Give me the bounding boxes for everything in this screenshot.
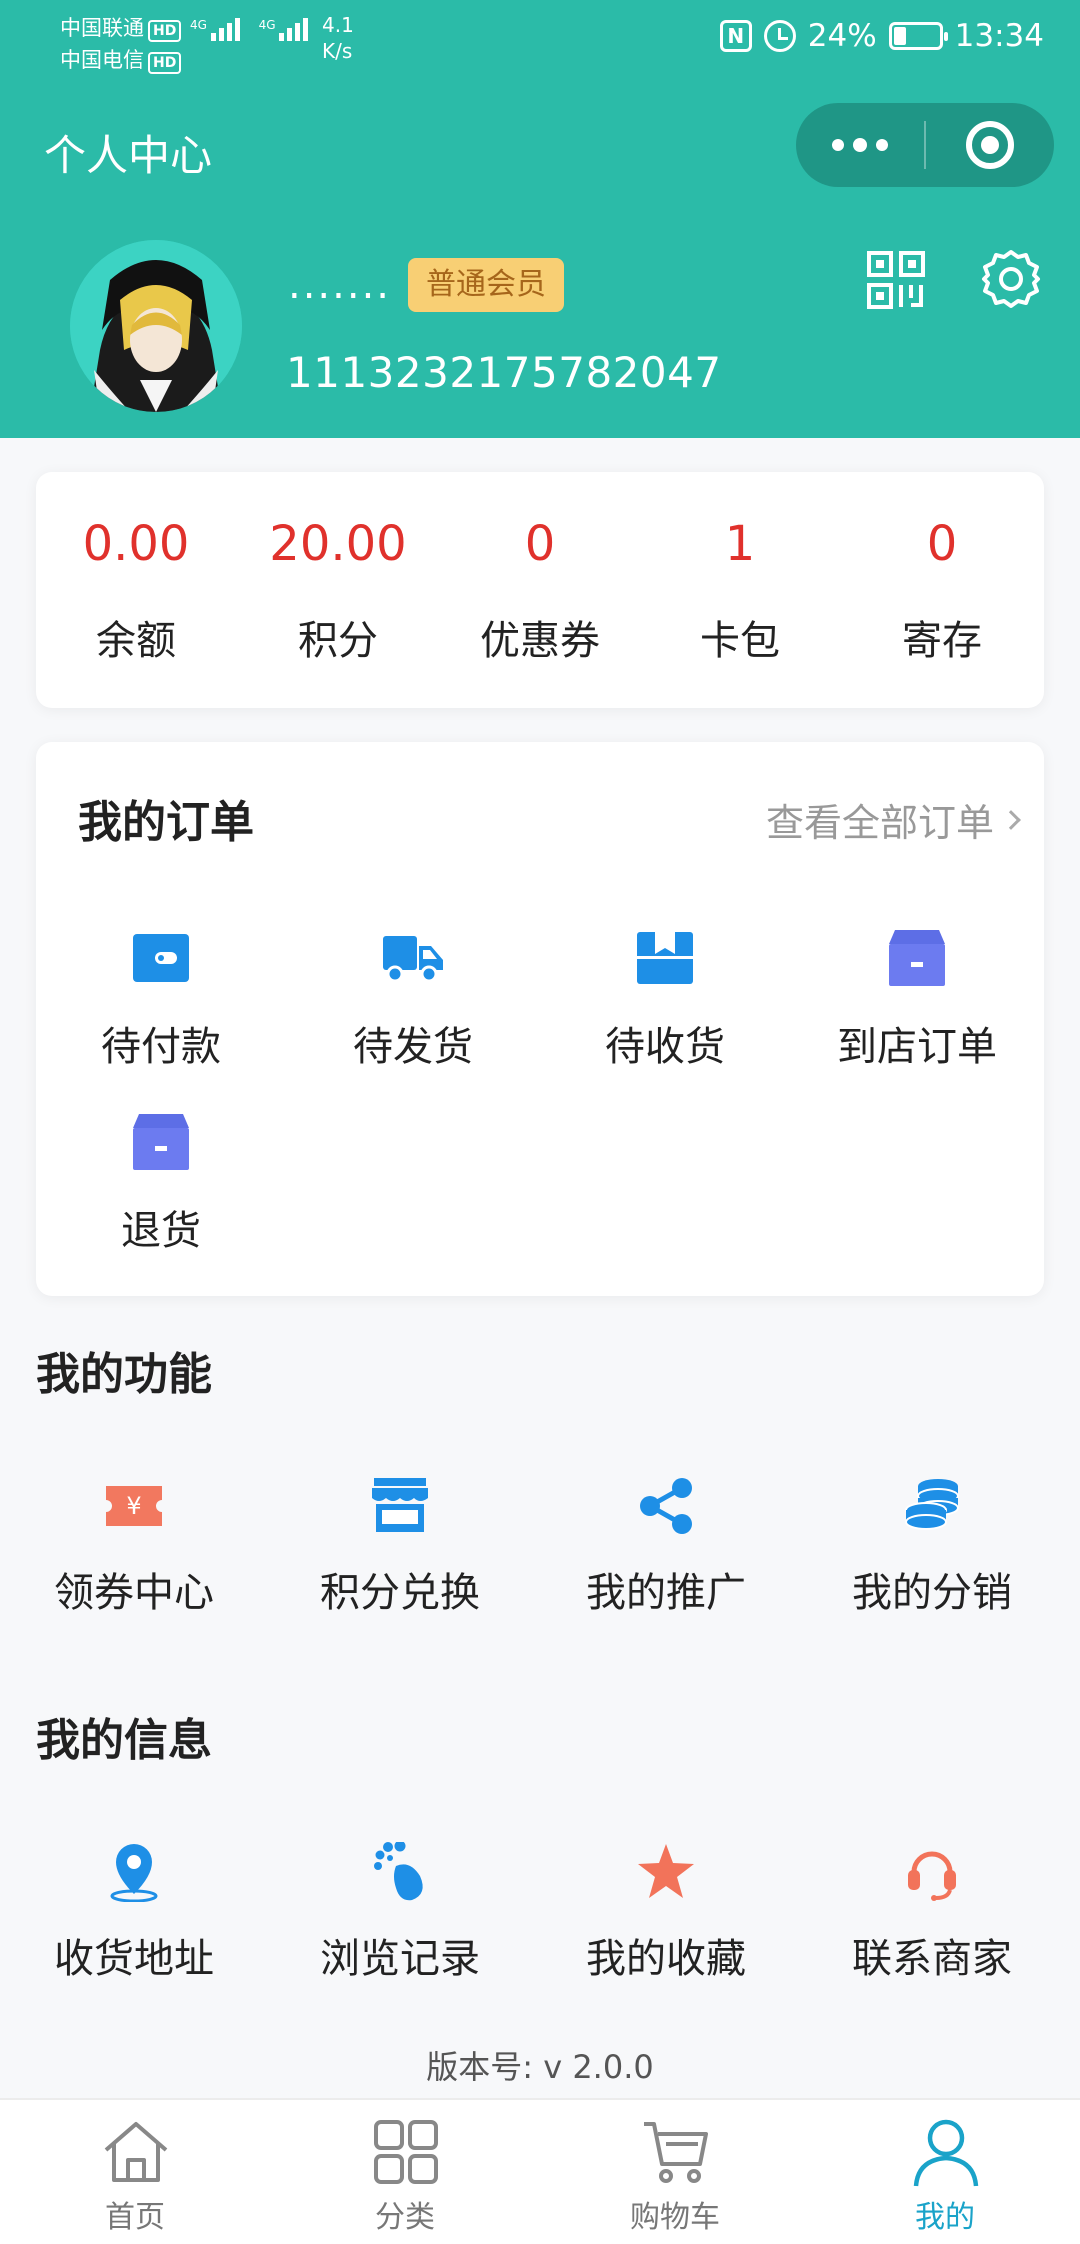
tab-label: 购物车 [630, 2200, 720, 2235]
wallet-icon [131, 928, 191, 988]
stat-label: 优惠券 [480, 618, 600, 664]
target-icon [966, 121, 1014, 169]
nickname: ....... [288, 262, 392, 308]
nfc-icon: N [719, 20, 752, 52]
stat-value: 20.00 [269, 516, 407, 572]
category-icon [370, 2116, 442, 2188]
status-right: N 24% 13:34 [719, 18, 1044, 54]
mini-program-capsule [796, 103, 1054, 187]
tab-category[interactable]: 分类 [270, 2100, 540, 2244]
stat-value: 0 [926, 516, 958, 572]
status-bar: 中国联通 HD 中国电信 HD 4G 4G 4.1 K/s N 24% 13:34 [0, 0, 1080, 90]
tab-cart[interactable]: 购物车 [540, 2100, 810, 2244]
page-title: 个人中心 [44, 131, 213, 180]
signal-icon: 4G [259, 18, 312, 41]
tab-label: 分类 [375, 2200, 435, 2235]
functions-title: 我的功能 [36, 1349, 212, 1400]
order-item-label: 待发货 [353, 1024, 473, 1070]
hd-badge: HD [148, 52, 182, 74]
headset-icon [902, 1842, 962, 1902]
version-label: 版本号: v 2.0.0 [426, 2048, 654, 2086]
stats-card: 0.00 余额 20.00 积分 0 优惠券 1 卡包 0 寄存 [36, 472, 1044, 708]
svg-text:¥: ¥ [126, 1492, 141, 1520]
function-label: 领券中心 [54, 1570, 214, 1616]
share-icon [636, 1476, 696, 1536]
cart-icon [640, 2116, 712, 2188]
qr-code-icon[interactable] [866, 250, 926, 310]
battery-percent: 24% [807, 18, 877, 54]
chevron-right-icon [1001, 809, 1021, 830]
footprint-icon [370, 1840, 430, 1902]
speed-unit: K/s [322, 39, 353, 63]
shop-icon [370, 1476, 430, 1536]
stat-value: 0.00 [82, 516, 190, 572]
location-icon [104, 1842, 164, 1903]
tab-home[interactable]: 首页 [0, 2100, 270, 2244]
carrier-2: 中国电信 [60, 48, 144, 72]
settings-icon[interactable] [980, 248, 1042, 310]
user-icon [910, 2116, 982, 2188]
signal-icons: 4G 4G [190, 18, 323, 41]
stat-value: 0 [524, 516, 556, 572]
net-type: 4G [190, 18, 207, 32]
carrier-1: 中国联通 [60, 16, 144, 40]
clock: 13:34 [954, 18, 1044, 54]
view-all-label: 查看全部订单 [765, 801, 994, 845]
speed-value: 4.1 [322, 13, 354, 37]
hd-badge: HD [148, 20, 182, 42]
battery-icon [888, 22, 948, 50]
info-label: 收货地址 [54, 1936, 214, 1982]
orders-title: 我的订单 [78, 797, 254, 848]
order-item-label: 待付款 [101, 1024, 221, 1070]
info-label: 我的收藏 [586, 1936, 746, 1982]
tab-mine[interactable]: 我的 [810, 2100, 1080, 2244]
member-badge: 普通会员 [408, 258, 564, 312]
tab-label: 首页 [105, 2200, 165, 2235]
return-icon [131, 1112, 191, 1172]
carrier-info: 中国联通 HD 中国电信 HD [60, 12, 182, 76]
tab-bar: 首页 分类 购物车 我的 [0, 2098, 1080, 2244]
stat-label: 卡包 [700, 618, 780, 664]
stat-label: 余额 [96, 618, 176, 664]
home-icon [100, 2116, 172, 2188]
stat-label: 积分 [298, 618, 378, 664]
info-title: 我的信息 [36, 1715, 212, 1766]
coupon-icon: ¥ [104, 1476, 164, 1536]
star-icon [636, 1842, 696, 1902]
function-label: 我的分销 [852, 1570, 1012, 1616]
close-button[interactable] [926, 103, 1054, 187]
function-label: 积分兑换 [320, 1570, 480, 1616]
more-button[interactable] [796, 103, 924, 187]
order-item-label: 待收货 [605, 1024, 725, 1070]
truck-icon [383, 928, 443, 988]
profile-header: 中国联通 HD 中国电信 HD 4G 4G 4.1 K/s N 24% 13:34 … [0, 0, 1080, 438]
order-item-label: 退货 [121, 1208, 201, 1254]
net-speed: 4.1 K/s [322, 12, 354, 64]
stat-label: 寄存 [902, 618, 982, 664]
signal-icon: 4G [190, 18, 243, 41]
net-type: 4G [258, 18, 276, 32]
orders-card: 我的订单 查看全部订单 待付款 待发货 待收货 到店订单 退货 [36, 742, 1044, 1296]
order-item-label: 到店订单 [837, 1024, 997, 1070]
stat-value: 1 [724, 516, 756, 572]
function-label: 我的推广 [586, 1570, 746, 1616]
avatar[interactable] [70, 240, 242, 412]
alarm-icon [763, 20, 796, 52]
user-id: 1113232175782047 [286, 348, 722, 397]
coins-icon [902, 1476, 962, 1536]
info-label: 联系商家 [852, 1936, 1012, 1982]
tab-label: 我的 [915, 2200, 975, 2235]
store-icon [887, 928, 947, 988]
view-all-orders-link[interactable]: 查看全部订单 [765, 792, 1021, 847]
package-icon [635, 928, 695, 988]
info-label: 浏览记录 [320, 1936, 480, 1982]
